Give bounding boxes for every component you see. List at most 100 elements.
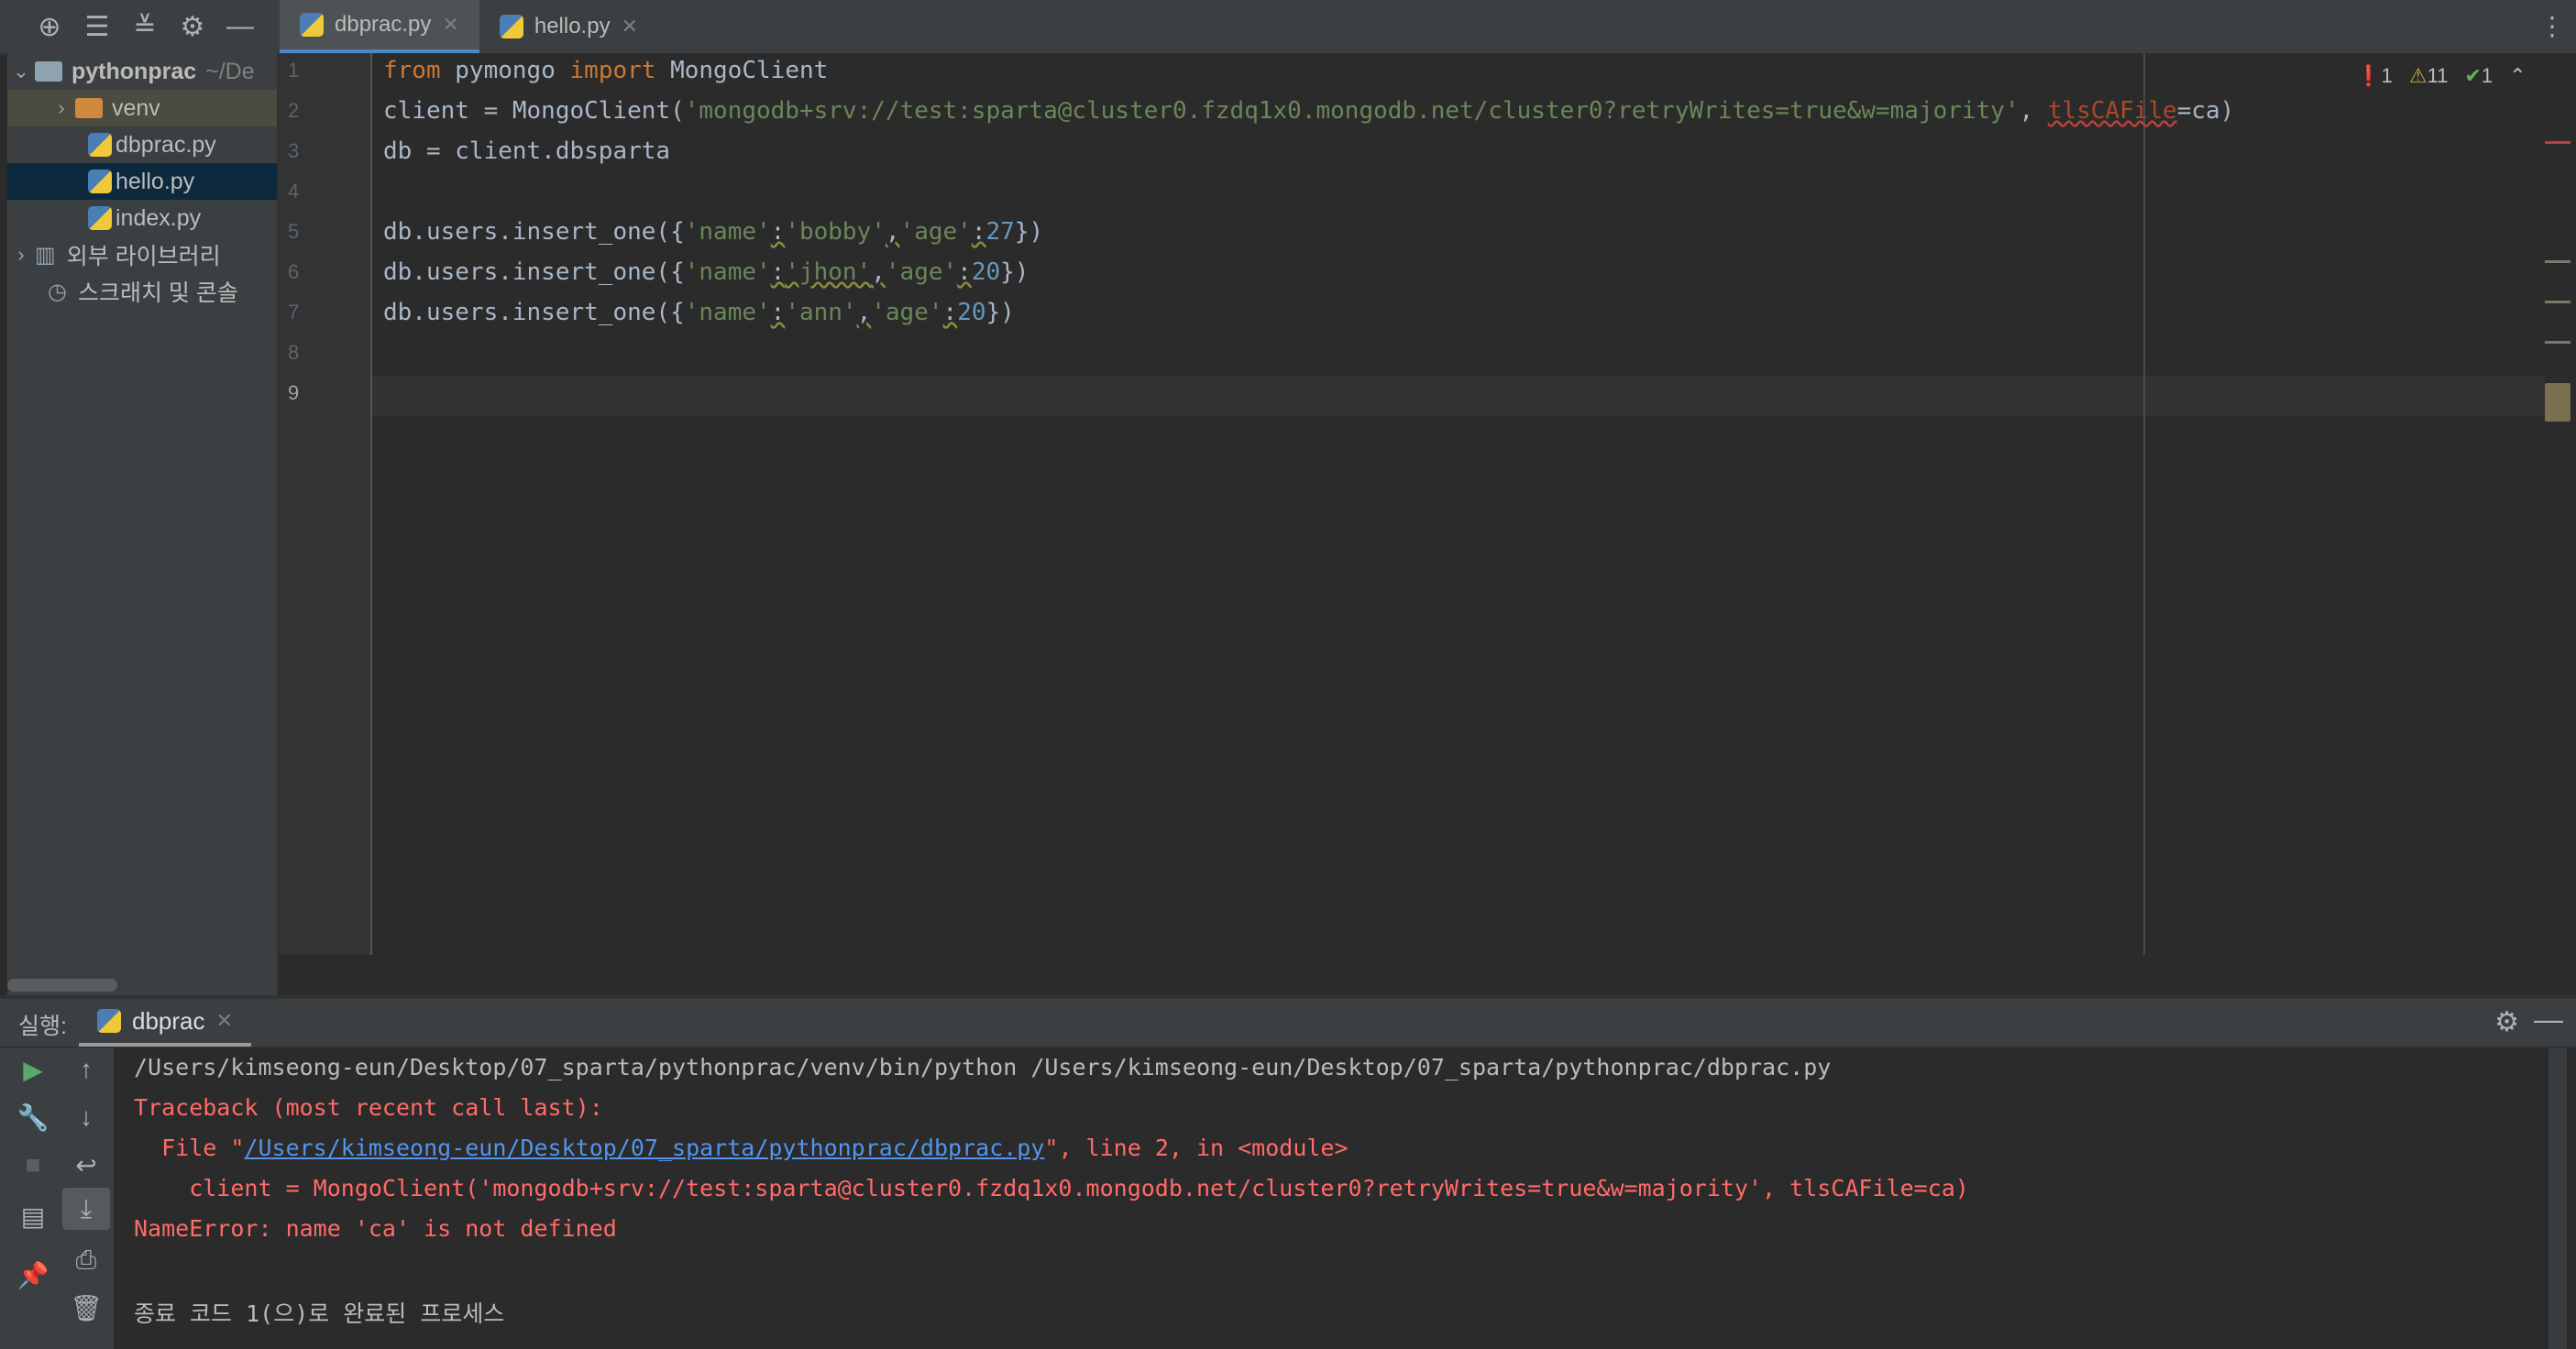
python-file-icon — [499, 15, 523, 38]
close-icon[interactable]: ✕ — [622, 15, 638, 38]
right-margin-guide — [2143, 53, 2145, 955]
python-icon — [97, 1009, 121, 1033]
line-number: 4 — [288, 180, 300, 203]
tree-item-hello[interactable]: hello.py — [7, 163, 277, 200]
python-file-icon — [88, 170, 112, 193]
editor-error-stripe[interactable] — [2545, 53, 2576, 955]
project-toolbar: ⊕ ☰ ≚ ⚙ — — [0, 0, 277, 53]
warning-mark[interactable] — [2545, 341, 2570, 344]
rerun-icon[interactable]: ▶ — [9, 1048, 57, 1091]
run-label: 실행: — [18, 1014, 67, 1039]
folder-icon — [35, 61, 62, 82]
python-file-icon — [88, 206, 112, 230]
console-error-message: NameError: name 'ca' is not defined — [134, 1215, 617, 1242]
tree-item-label: index.py — [116, 204, 202, 231]
tab-hello[interactable]: hello.py ✕ — [479, 0, 658, 53]
tree-item-external-libraries[interactable]: › ▥ 외부 라이브러리 — [7, 236, 277, 273]
python-file-icon — [88, 133, 112, 157]
more-options-icon[interactable]: ⋮ — [2539, 11, 2565, 41]
code-line-1: from pymongo import MongoClient — [383, 57, 829, 84]
down-arrow-icon[interactable]: ↓ — [62, 1096, 110, 1138]
line-number-gutter: 1 2 3 4 5 6 7 8 9 — [279, 53, 370, 955]
console-file-line: File "/Users/kimseong-eun/Desktop/07_spa… — [134, 1135, 1349, 1161]
minimize-icon[interactable]: — — [216, 0, 264, 53]
tab-label: hello.py — [534, 14, 611, 38]
error-count[interactable]: ❗1 — [2356, 64, 2393, 88]
line-number: 9 — [288, 381, 300, 404]
weak-warning-count[interactable]: ✔1 — [2464, 64, 2493, 88]
run-console[interactable]: /Users/kimseong-eun/Desktop/07_sparta/py… — [114, 1048, 2548, 1349]
line-number: 7 — [288, 301, 300, 324]
error-icon: ❗ — [2356, 64, 2382, 87]
sidebar-scrollbar[interactable] — [7, 979, 117, 992]
line-number: 1 — [288, 59, 300, 82]
expand-all-icon[interactable]: ☰ — [73, 0, 121, 53]
tree-item-index[interactable]: index.py — [7, 200, 277, 236]
code-line-2: client = MongoClient('mongodb+srv://test… — [383, 97, 2235, 125]
code-line-7: db.users.insert_one({'name':'ann','age':… — [383, 299, 1015, 326]
up-arrow-icon[interactable]: ↑ — [62, 1048, 110, 1091]
code-line-3: db = client.dbsparta — [383, 137, 671, 165]
tree-item-label: hello.py — [116, 168, 195, 194]
scroll-to-end-icon[interactable]: ⤓ — [62, 1188, 110, 1230]
tree-item-label: 스크래치 및 콘솔 — [77, 280, 238, 306]
pin-icon[interactable]: 📌 — [9, 1254, 57, 1296]
current-line-highlight — [372, 376, 2545, 416]
warning-mark[interactable] — [2545, 260, 2570, 263]
gear-icon[interactable]: ⚙ — [169, 0, 216, 53]
line-number: 5 — [288, 220, 300, 243]
tree-item-project-root[interactable]: ⌄ pythonprac ~/De — [7, 53, 277, 90]
tree-item-scratches[interactable]: ◷ 스크래치 및 콘솔 — [7, 273, 277, 310]
print-icon[interactable]: ⎙ — [62, 1239, 110, 1281]
gear-icon[interactable]: ⚙ — [2494, 1006, 2519, 1038]
warning-icon: ⚠ — [2408, 64, 2427, 87]
project-sidebar: ⌄ pythonprac ~/De › venv dbprac.py hello… — [7, 53, 277, 997]
trash-icon[interactable]: 🗑 — [62, 1287, 110, 1329]
chevron-right-icon[interactable]: › — [48, 96, 75, 120]
line-number: 2 — [288, 99, 300, 122]
tree-item-label: dbprac.py — [116, 131, 216, 158]
minimize-icon[interactable]: — — [2534, 1003, 2563, 1036]
project-path: ~/De — [205, 58, 255, 84]
scratches-icon: ◷ — [48, 279, 67, 304]
chevron-right-icon[interactable]: › — [7, 243, 35, 267]
error-mark[interactable] — [2545, 141, 2570, 144]
run-tab-dbprac[interactable]: dbprac ✕ — [79, 999, 251, 1047]
console-exit-message: 종료 코드 1(으)로 완료된 프로세스 — [134, 1300, 505, 1327]
run-tool-window-header: 실행: dbprac ✕ ⚙ — — [0, 999, 2576, 1048]
code-line-6: db.users.insert_one({'name':'jhon','age'… — [383, 258, 1029, 286]
soft-wrap-icon[interactable]: ↩ — [62, 1144, 110, 1186]
console-scroll-thumb[interactable] — [2548, 1048, 2567, 1349]
check-icon: ✔ — [2464, 64, 2482, 87]
tree-item-venv[interactable]: › venv — [7, 90, 277, 126]
console-scrollbar[interactable] — [2548, 1048, 2576, 1349]
file-link[interactable]: /Users/kimseong-eun/Desktop/07_sparta/py… — [244, 1135, 1044, 1161]
line-number: 6 — [288, 260, 300, 283]
editor-tabs: dbprac.py ✕ hello.py ✕ — [280, 0, 658, 53]
locate-icon[interactable]: ⊕ — [26, 0, 73, 53]
chevron-down-icon[interactable]: ⌄ — [7, 60, 35, 83]
python-file-icon — [300, 13, 324, 37]
wrench-icon[interactable]: 🔧 — [9, 1096, 57, 1138]
warning-count[interactable]: ⚠11 — [2409, 64, 2449, 88]
tab-dbprac[interactable]: dbprac.py ✕ — [280, 0, 479, 53]
top-bar: ⊕ ☰ ≚ ⚙ — dbprac.py ✕ hello.py ✕ ⋮ — [0, 0, 2576, 55]
layout-icon[interactable]: ▤ — [9, 1195, 57, 1237]
line-number: 8 — [288, 341, 300, 364]
previous-highlight-icon[interactable]: ⌃ — [2509, 64, 2526, 88]
editor-scroll-thumb[interactable] — [2545, 383, 2570, 422]
tree-item-label: venv — [112, 94, 160, 121]
warning-mark[interactable] — [2545, 301, 2570, 303]
project-name: pythonprac — [72, 58, 197, 84]
tree-item-dbprac[interactable]: dbprac.py — [7, 126, 277, 163]
console-code-line: client = MongoClient('mongodb+srv://test… — [134, 1175, 1969, 1201]
code-editor[interactable]: from pymongo import MongoClient client =… — [372, 53, 2545, 955]
inspection-widget[interactable]: ❗1 ⚠11 ✔1 ⌃ ⌄ — [2356, 64, 2559, 88]
line-number: 3 — [288, 139, 300, 162]
code-line-5: db.users.insert_one({'name':'bobby','age… — [383, 218, 1044, 246]
collapse-all-icon[interactable]: ≚ — [121, 0, 169, 53]
run-toolbar: ▶ ↑ 🔧 ↓ ■ ↩ ▤ ⤓ ⎙ 📌 🗑 — [0, 1048, 114, 1349]
stop-icon[interactable]: ■ — [9, 1144, 57, 1186]
close-icon[interactable]: ✕ — [216, 1009, 233, 1033]
close-icon[interactable]: ✕ — [442, 13, 458, 37]
